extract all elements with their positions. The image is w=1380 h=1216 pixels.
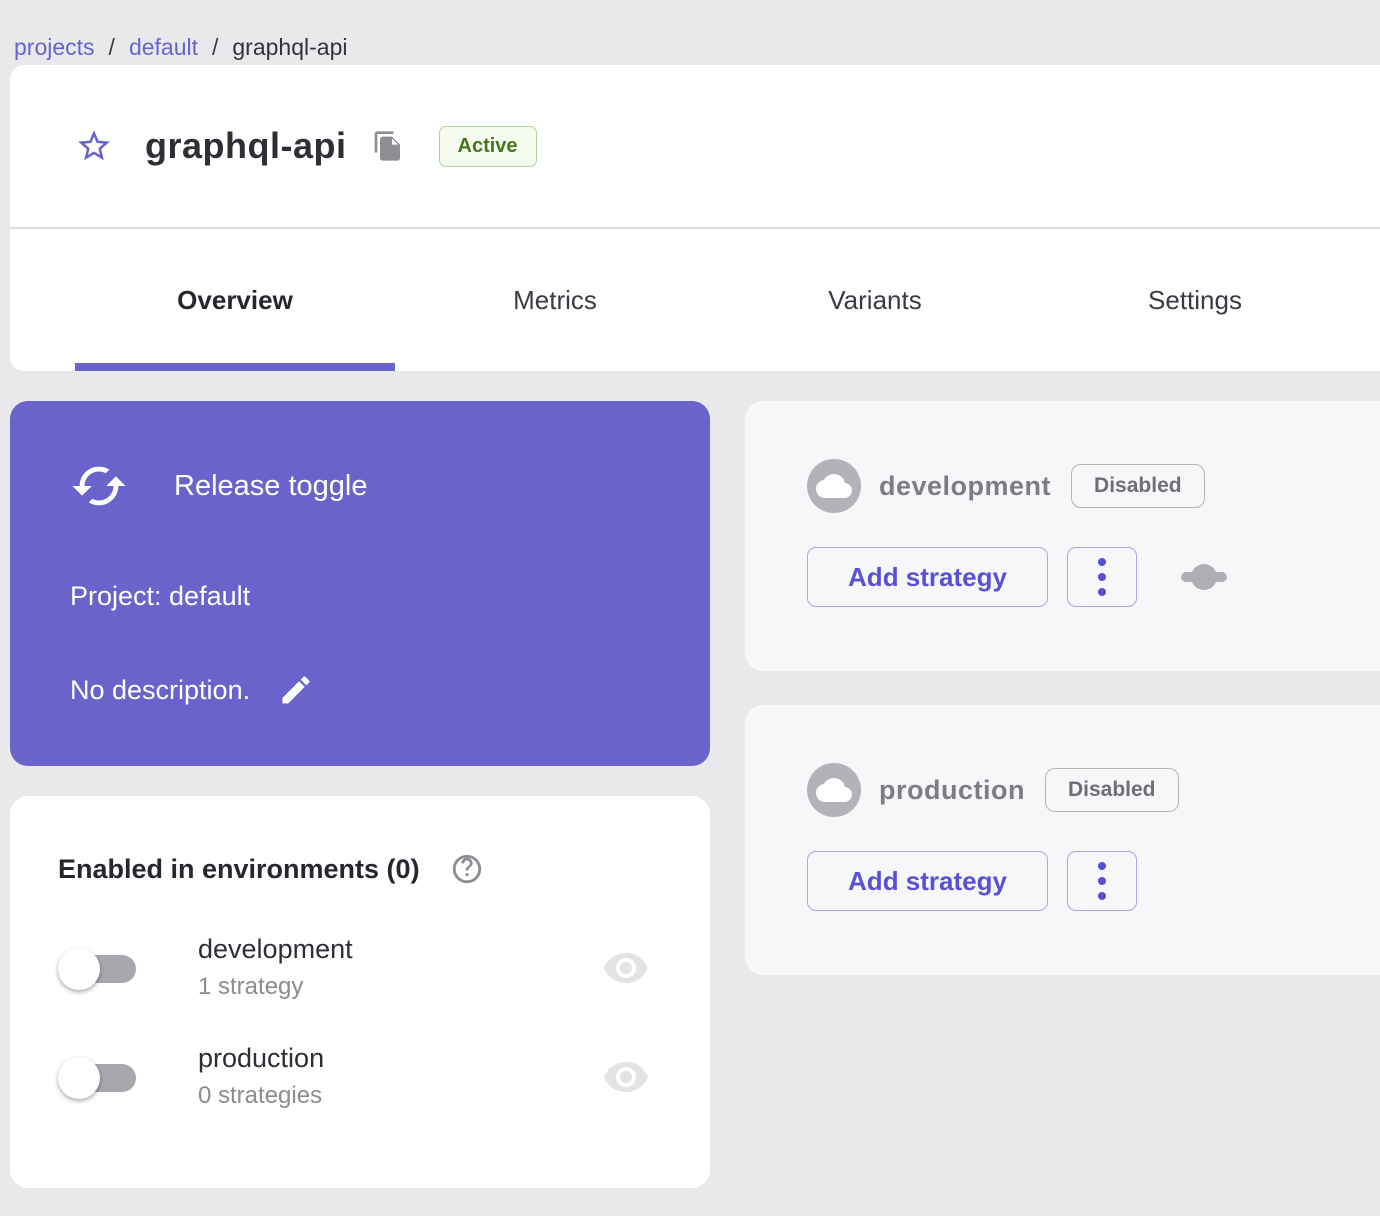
cloud-icon <box>807 459 861 513</box>
breadcrumb-link-projects[interactable]: projects <box>14 34 95 61</box>
cloud-icon <box>807 763 861 817</box>
project-label: Project: default <box>70 581 251 611</box>
environment-card-header: production Disabled <box>807 763 1380 817</box>
rollout-slider-icon <box>1181 562 1227 592</box>
feature-header-card: graphql-api Active Overview Metrics Vari… <box>10 65 1380 371</box>
edit-description-icon[interactable] <box>276 670 316 710</box>
enabled-environments-card: Enabled in environments (0) development … <box>10 796 710 1188</box>
environment-card-actions: Add strategy <box>807 851 1380 911</box>
breadcrumb-separator: / <box>108 34 115 60</box>
env-toggle-name: production <box>198 1043 325 1073</box>
main-content: Release toggle Project: default No descr… <box>10 401 1380 1188</box>
switch-knob <box>58 947 100 990</box>
environment-card-actions: Add strategy <box>807 547 1380 607</box>
visibility-eye-icon[interactable] <box>602 1053 650 1101</box>
toggle-overview-card: Release toggle Project: default No descr… <box>10 401 710 766</box>
env-toggle-texts: production 0 strategies <box>198 1043 324 1110</box>
environment-card-header: development Disabled <box>807 459 1380 513</box>
more-options-button[interactable] <box>1067 851 1137 911</box>
environment-name: development <box>879 470 1052 501</box>
copy-icon[interactable] <box>371 129 405 163</box>
favorite-star-icon[interactable] <box>75 127 113 165</box>
tab-overview[interactable]: Overview <box>75 229 395 371</box>
toggle-type-row: Release toggle <box>70 451 660 515</box>
kebab-icon <box>1098 862 1106 870</box>
release-loop-icon <box>70 457 128 515</box>
env-toggle-row-production: production 0 strategies <box>58 1043 666 1110</box>
add-strategy-button[interactable]: Add strategy <box>807 547 1048 607</box>
env-toggle-texts: development 1 strategy <box>198 934 353 1001</box>
feature-title-row: graphql-api Active <box>10 65 1380 227</box>
right-column: development Disabled Add strategy produc… <box>745 401 1380 975</box>
env-toggle-name: development <box>198 934 353 964</box>
enabled-environments-title: Enabled in environments (0) <box>58 853 420 884</box>
visibility-eye-icon[interactable] <box>602 944 650 992</box>
tab-bar: Overview Metrics Variants Settings <box>10 229 1380 371</box>
env-strategy-count: 1 strategy <box>198 973 304 1000</box>
enabled-environments-header: Enabled in environments (0) <box>58 852 666 886</box>
kebab-icon <box>1098 892 1106 900</box>
breadcrumb: projects / default / graphql-api <box>0 0 1380 65</box>
kebab-icon <box>1098 588 1106 596</box>
development-toggle-switch[interactable] <box>58 942 146 994</box>
more-options-button[interactable] <box>1067 547 1137 607</box>
add-strategy-button[interactable]: Add strategy <box>807 851 1048 911</box>
switch-knob <box>58 1056 100 1099</box>
status-badge: Active <box>438 125 537 167</box>
env-toggle-row-development: development 1 strategy <box>58 934 666 1001</box>
environment-name: production <box>879 774 1025 805</box>
tab-variants[interactable]: Variants <box>715 229 1035 371</box>
tab-settings[interactable]: Settings <box>1035 229 1355 371</box>
env-strategy-count: 0 strategies <box>198 1082 323 1109</box>
active-tab-indicator <box>75 363 395 371</box>
description-label: No description. <box>70 674 251 705</box>
production-toggle-switch[interactable] <box>58 1051 146 1103</box>
environment-card-development: development Disabled Add strategy <box>745 401 1380 671</box>
environment-card-production: production Disabled Add strategy <box>745 705 1380 975</box>
environment-status-chip: Disabled <box>1044 768 1179 812</box>
environment-status-chip: Disabled <box>1071 464 1205 508</box>
help-icon[interactable] <box>450 852 484 886</box>
description-row: No description. <box>70 670 660 710</box>
breadcrumb-link-default[interactable]: default <box>129 34 198 61</box>
kebab-icon <box>1098 558 1106 566</box>
left-column: Release toggle Project: default No descr… <box>10 401 710 1188</box>
breadcrumb-separator: / <box>212 34 219 60</box>
kebab-icon <box>1098 877 1106 885</box>
tab-metrics[interactable]: Metrics <box>395 229 715 371</box>
breadcrumb-current: graphql-api <box>232 34 348 60</box>
kebab-icon <box>1098 573 1106 581</box>
toggle-type-label: Release toggle <box>174 469 368 502</box>
page-title: graphql-api <box>145 125 347 166</box>
